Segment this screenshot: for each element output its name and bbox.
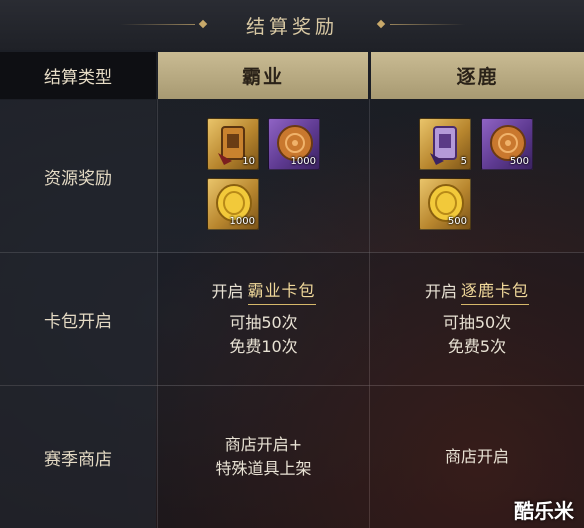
cardpack-cell-baye: 开启 霸业卡包 可抽50次 免费10次 xyxy=(158,253,369,385)
panel-header: 结算奖励 xyxy=(0,0,584,50)
reward-item-token[interactable]: 10 xyxy=(207,118,259,170)
reward-qty: 500 xyxy=(509,156,529,167)
header-divider-right xyxy=(390,24,465,25)
open-baye-pack-link[interactable]: 霸业卡包 xyxy=(247,279,316,305)
free-count-text: 免费5次 xyxy=(447,337,507,356)
draw-count-text: 可抽50次 xyxy=(229,313,298,332)
reward-item-token[interactable]: 5 xyxy=(419,118,471,170)
shop-text-line2: 特殊道具上架 xyxy=(215,459,312,478)
open-zhulu-pack-link[interactable]: 逐鹿卡包 xyxy=(461,279,530,305)
reward-qty: 1000 xyxy=(229,216,255,227)
row-label-cardpack: 卡包开启 xyxy=(0,253,156,385)
shop-text-line1: 商店开启+ xyxy=(224,435,303,454)
draw-count-text: 可抽50次 xyxy=(442,313,512,332)
settlement-rewards-panel: 结算奖励 结算类型 霸业 逐鹿 资源奖励 卡包开启 赛季商店 10 1000 1… xyxy=(0,0,584,528)
reward-item-mooncake[interactable]: 500 xyxy=(481,118,533,170)
shop-cell-baye: 商店开启+ 特殊道具上架 xyxy=(158,386,369,528)
header-divider-left xyxy=(120,24,195,25)
reward-qty: 1000 xyxy=(290,156,316,167)
reward-item-mooncake[interactable]: 1000 xyxy=(268,118,320,170)
site-watermark: 酷乐米 xyxy=(514,499,574,523)
open-pack-line: 开启 逐鹿卡包 xyxy=(424,279,530,305)
row-label-shop: 赛季商店 xyxy=(0,386,156,528)
settlement-type-header: 结算类型 xyxy=(0,52,156,99)
column-header-zhulu: 逐鹿 xyxy=(371,52,584,99)
reward-qty: 5 xyxy=(460,156,467,167)
panel-title: 结算奖励 xyxy=(245,15,338,38)
open-pack-line: 开启 霸业卡包 xyxy=(211,279,316,305)
reward-item-gold[interactable]: 1000 xyxy=(207,178,259,230)
free-count-text: 免费10次 xyxy=(229,337,298,356)
shop-text-line1: 商店开启 xyxy=(444,447,509,466)
cardpack-cell-zhulu: 开启 逐鹿卡包 可抽50次 免费5次 xyxy=(370,253,584,385)
row-label-resources: 资源奖励 xyxy=(0,100,156,252)
reward-item-gold[interactable]: 500 xyxy=(419,178,471,230)
reward-qty: 10 xyxy=(242,156,255,167)
reward-qty: 500 xyxy=(447,216,467,227)
column-header-baye: 霸业 xyxy=(158,52,368,99)
open-prefix: 开启 xyxy=(211,282,244,301)
open-prefix: 开启 xyxy=(424,282,457,301)
